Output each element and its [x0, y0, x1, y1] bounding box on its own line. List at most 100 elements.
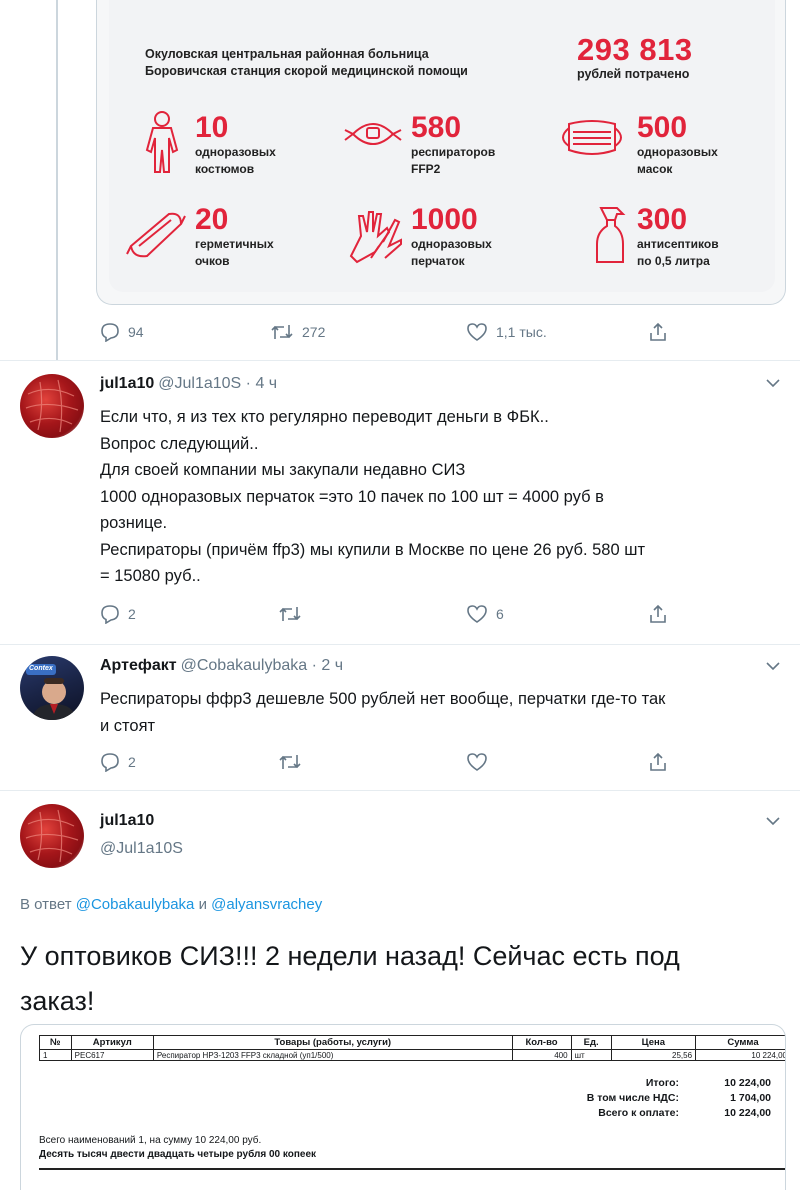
- reply-icon: [101, 323, 119, 342]
- share-icon: [650, 604, 666, 623]
- org-line-1: Окуловская центральная районная больница: [145, 47, 429, 61]
- reply-count: 94: [128, 324, 144, 340]
- suit-icon: [145, 111, 179, 173]
- total-value: 10 224,00: [724, 1077, 771, 1089]
- tweet-header: jul1a10 @Jul1a10S · 4 ч: [100, 375, 277, 393]
- mask-icon: [562, 120, 622, 155]
- like-button[interactable]: 6: [466, 604, 504, 624]
- stat-label: одноразовых: [637, 145, 718, 159]
- avatar[interactable]: [20, 374, 84, 438]
- cell: шт: [570, 1049, 612, 1061]
- infographic-card[interactable]: Окуловская центральная районная больница…: [96, 0, 786, 305]
- like-button[interactable]: 1,1 тыс.: [466, 322, 547, 342]
- cell: 10 224,00: [695, 1049, 785, 1061]
- col-header: Сумма: [695, 1035, 785, 1050]
- col-header: №: [39, 1035, 72, 1050]
- tweet-line: Вопрос следующий..: [100, 434, 259, 453]
- share-button[interactable]: [648, 604, 676, 624]
- reply-button[interactable]: 2: [100, 604, 136, 624]
- col-header: Кол-во: [511, 1035, 572, 1050]
- avatar-pattern-icon: [25, 809, 79, 863]
- stat-label: антисептиков: [637, 237, 719, 251]
- tweet-actions: 94 272 1,1 тыс.: [100, 322, 680, 346]
- total-label: Всего к оплате:: [598, 1107, 679, 1119]
- stat-label: костюмов: [195, 162, 255, 176]
- respirator-icon: [344, 123, 402, 145]
- like-button[interactable]: [466, 752, 496, 772]
- stat-label: одноразовых: [195, 145, 276, 159]
- reply-icon: [101, 753, 119, 772]
- stat-number: 10: [195, 111, 229, 144]
- total-label: Итого:: [645, 1077, 679, 1089]
- chevron-down-icon[interactable]: [764, 814, 782, 828]
- goggles-icon: [126, 212, 186, 258]
- reply-button[interactable]: 94: [100, 322, 144, 342]
- chevron-down-icon[interactable]: [764, 659, 782, 673]
- reply-count: 2: [128, 754, 136, 770]
- stat-number: 20: [195, 203, 229, 236]
- total-row: В том числе НДС: 1 704,00: [519, 1092, 771, 1107]
- col-header: Товары (работы, услуги): [152, 1035, 513, 1050]
- share-button[interactable]: [648, 322, 676, 342]
- stat-gloves: 1000 одноразовых перчаток: [411, 204, 492, 270]
- handle-time[interactable]: @Jul1a10S · 4 ч: [158, 375, 277, 392]
- reply-button[interactable]: 2: [100, 752, 136, 772]
- mention-link[interactable]: @Cobakaulybaka: [76, 896, 195, 913]
- invoice-table: № Артикул Товары (работы, услуги) Кол-во…: [39, 1035, 785, 1061]
- heart-icon: [467, 753, 487, 771]
- org-line-2: Боровичская станция скорой медицинской п…: [145, 64, 468, 78]
- chevron-down-icon[interactable]: [764, 376, 782, 390]
- tweet-line: = 15080 руб..: [100, 567, 201, 585]
- share-button[interactable]: [648, 752, 676, 772]
- invoice-amount-words: Десять тысяч двести двадцать четыре рубл…: [39, 1149, 317, 1160]
- invoice-divider: [39, 1168, 785, 1170]
- tweet-author-name: jul1a10: [100, 812, 154, 830]
- spray-bottle-icon: [596, 207, 626, 263]
- stat-masks: 500 одноразовых масок: [637, 112, 718, 178]
- invoice-image[interactable]: № Артикул Товары (работы, услуги) Кол-во…: [20, 1024, 786, 1190]
- heart-icon: [467, 605, 487, 623]
- retweet-button[interactable]: [278, 604, 310, 624]
- tweet-line: Респираторы (причём ffp3) мы купили в Мо…: [100, 540, 646, 559]
- tweet-header: Артефакт @Cobakaulybaka · 2 ч: [100, 657, 343, 675]
- stat-label: одноразовых: [411, 237, 492, 251]
- handle-time[interactable]: @Cobakaulybaka · 2 ч: [181, 657, 343, 674]
- like-count: 1,1 тыс.: [496, 324, 547, 340]
- stat-label: герметичных: [195, 237, 274, 251]
- reply-prefix: В ответ: [20, 896, 72, 913]
- avatar-badge: Contex: [29, 665, 53, 672]
- tweet-author-handle: @Jul1a10S: [100, 840, 183, 858]
- tweet-text: У оптовиков СИЗ!!! 2 недели назад! Сейча…: [20, 934, 790, 1024]
- retweet-button[interactable]: [278, 752, 310, 772]
- total-row: Всего к оплате: 10 224,00: [519, 1107, 771, 1122]
- stat-goggles: 20 герметичных очков: [195, 204, 274, 270]
- organization-names: Окуловская центральная районная больница…: [145, 46, 468, 80]
- mention-link[interactable]: @alyansvrachey: [211, 896, 322, 913]
- display-name[interactable]: Артефакт: [100, 657, 177, 674]
- total-label: рублей потрачено: [577, 67, 690, 81]
- display-name[interactable]: jul1a10: [100, 812, 154, 829]
- display-name[interactable]: jul1a10: [100, 375, 154, 392]
- reply-and: и: [198, 896, 207, 913]
- stat-suits: 10 одноразовых костюмов: [195, 112, 276, 178]
- retweet-button[interactable]: 272: [270, 322, 325, 342]
- col-header: Артикул: [70, 1035, 154, 1050]
- tweet-actions: 2: [100, 752, 680, 776]
- cell: 25,56: [610, 1049, 697, 1061]
- total-value: 10 224,00: [724, 1107, 771, 1119]
- handle[interactable]: @Jul1a10S: [100, 840, 183, 857]
- avatar[interactable]: [20, 804, 84, 868]
- infographic-panel: Окуловская центральная районная больница…: [109, 0, 775, 292]
- reply-context: В ответ @Cobakaulybaka и @alyansvrachey: [20, 896, 322, 913]
- heart-icon: [467, 323, 487, 341]
- tweet-line: Для своей компании мы закупали недавно С…: [100, 461, 466, 479]
- total-row: Итого: 10 224,00: [519, 1077, 771, 1092]
- share-icon: [650, 322, 666, 341]
- stat-label: FFP2: [411, 162, 441, 176]
- avatar-pattern-icon: [25, 379, 79, 433]
- col-header: Ед.: [570, 1035, 612, 1050]
- stat-number: 300: [637, 203, 688, 236]
- avatar[interactable]: Contex: [20, 656, 84, 720]
- stat-antiseptics: 300 антисептиков по 0,5 литра: [637, 204, 719, 270]
- total-value: 1 704,00: [730, 1092, 771, 1104]
